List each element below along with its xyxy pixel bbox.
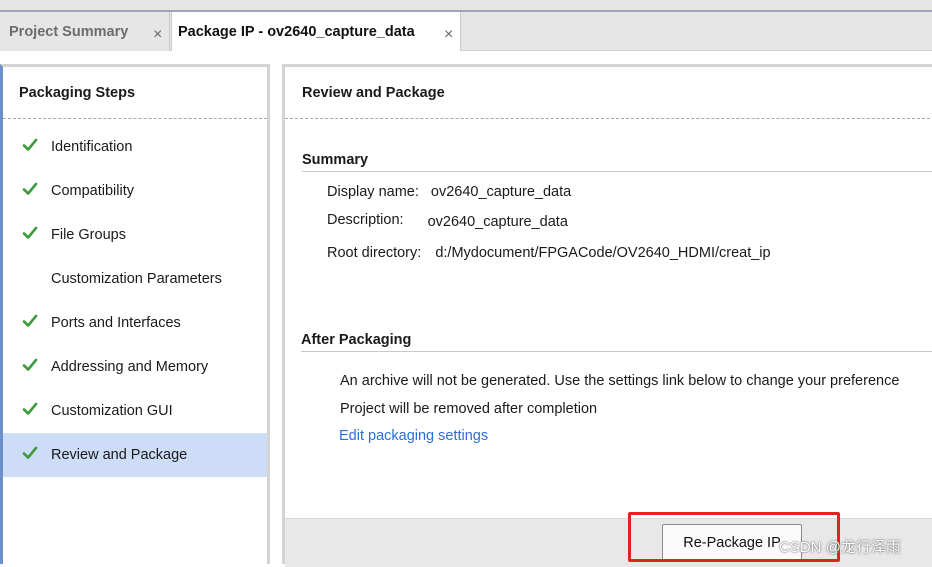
checkmark-icon (22, 182, 38, 195)
step-label: Compatibility (51, 183, 134, 199)
step-label: File Groups (51, 227, 126, 243)
packaging-steps-panel: Packaging Steps Identification Compatibil… (0, 64, 270, 564)
step-item[interactable]: Identification (3, 125, 267, 169)
close-icon[interactable]: × (153, 26, 162, 44)
step-item[interactable]: File Groups (3, 213, 267, 257)
project-removal-text: Project will be removed after completion (340, 401, 598, 417)
step-item[interactable]: Ports and Interfaces (3, 301, 267, 345)
close-icon[interactable]: × (444, 26, 453, 44)
step-label: Ports and Interfaces (51, 315, 181, 331)
archive-info-text: An archive will not be generated. Use th… (340, 373, 900, 389)
edit-packaging-settings-link[interactable]: Edit packaging settings (339, 428, 488, 444)
checkmark-icon (22, 446, 38, 459)
summary-rule (302, 171, 932, 172)
step-label: Customization GUI (51, 403, 173, 419)
step-label: Addressing and Memory (51, 359, 209, 375)
step-item[interactable]: Customization Parameters (3, 257, 267, 301)
display-name-label: Display name: (327, 184, 419, 200)
step-label: Customization Parameters (51, 271, 222, 287)
after-packaging-heading: After Packaging (301, 332, 412, 348)
tab-label: Package IP - ov2640_capture_data (178, 23, 415, 40)
step-item[interactable]: Review and Package (3, 433, 267, 477)
step-item[interactable]: Customization GUI (3, 389, 267, 433)
tab-label: Project Summary (9, 23, 129, 40)
after-packaging-rule (301, 351, 932, 352)
summary-heading: Summary (302, 152, 369, 168)
editor-tab-bar: Project Summary × Package IP - ov2640_ca… (0, 0, 932, 51)
checkmark-icon (22, 358, 38, 371)
step-label: Identification (51, 139, 133, 155)
packaging-steps-title: Packaging Steps (19, 85, 136, 101)
step-label: Review and Package (51, 447, 188, 463)
description-label: Description: (327, 212, 404, 228)
tab-package-ip[interactable]: Package IP - ov2640_capture_data × (171, 12, 461, 51)
watermark-text: CSDN @龙行泽雨 (779, 539, 901, 556)
divider (3, 118, 267, 119)
display-name-value: ov2640_capture_data (430, 184, 572, 200)
root-directory-label: Root directory: (327, 245, 422, 261)
tab-project-summary[interactable]: Project Summary × (0, 12, 170, 51)
checkmark-icon (22, 402, 38, 415)
checkmark-icon (22, 314, 38, 327)
checkmark-icon (22, 138, 38, 151)
packaging-steps-list: Identification Compatibility File Groups Cu… (3, 125, 267, 477)
step-item[interactable]: Compatibility (3, 169, 267, 213)
page-title: Review and Package (302, 85, 445, 101)
root-directory-row: Root directory: d:/Mydocument/FPGACode/O… (327, 245, 771, 261)
checkmark-icon (22, 226, 38, 239)
root-directory-value: d:/Mydocument/FPGACode/OV2640_HDMI/creat… (435, 245, 771, 261)
step-item[interactable]: Addressing and Memory (3, 345, 267, 389)
divider (285, 118, 932, 119)
review-and-package-panel: Review and Package Summary Display name:… (282, 64, 932, 567)
display-name-row: Display name: ov2640_capture_data (327, 184, 571, 200)
description-row: Description: ov2640_capture_data (327, 212, 568, 230)
description-value: ov2640_capture_data (427, 214, 568, 230)
